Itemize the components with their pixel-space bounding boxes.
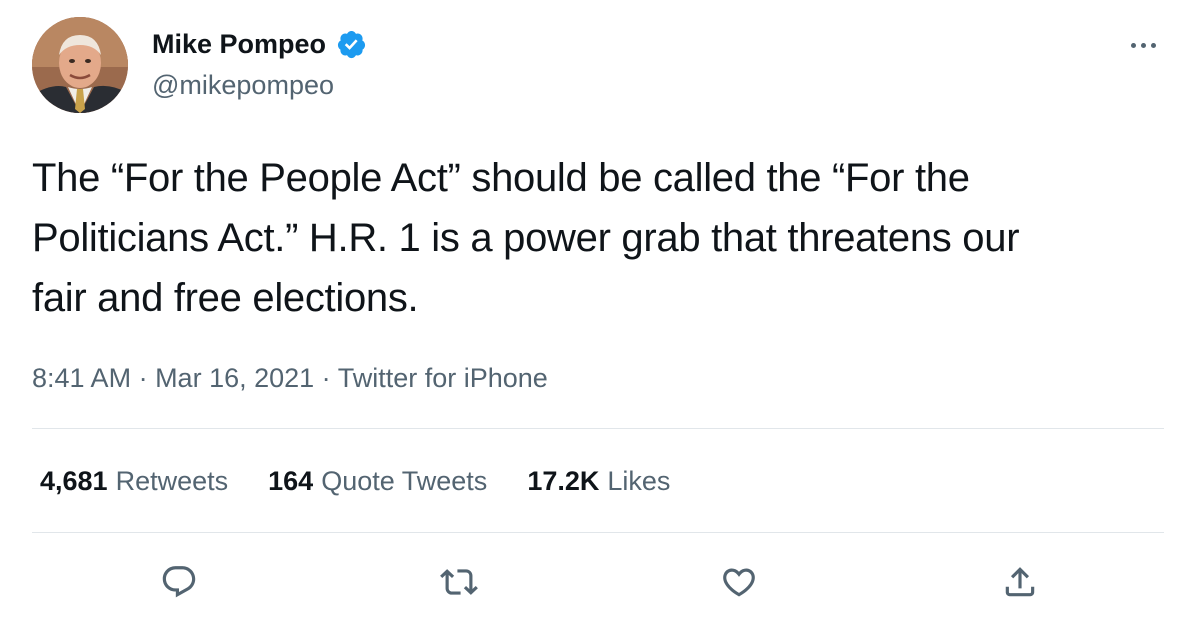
likes-stat[interactable]: 17.2K Likes [527, 463, 670, 499]
retweets-label: Retweets [115, 466, 229, 496]
retweets-count: 4,681 [40, 466, 108, 496]
divider [32, 532, 1164, 533]
tweet-card: Mike Pompeo @mikepompeo The “For the Peo… [0, 0, 1200, 634]
tweet-text-line: Politicians Act.” H.R. 1 is a power grab… [32, 216, 1020, 260]
avatar-image [32, 17, 128, 113]
reply-icon [162, 566, 196, 598]
likes-label: Likes [607, 466, 671, 496]
heart-icon [723, 568, 755, 597]
tweet-source[interactable]: Twitter for iPhone [338, 363, 548, 393]
likes-count: 17.2K [527, 466, 600, 496]
avatar[interactable] [32, 17, 128, 113]
retweet-icon [440, 569, 478, 595]
quote-tweets-stat[interactable]: 164 Quote Tweets [268, 463, 487, 499]
meta-separator: · [131, 363, 156, 393]
verified-badge-icon [337, 30, 366, 58]
author-name-row: Mike Pompeo [152, 26, 367, 62]
more-dot [1140, 42, 1146, 48]
tweet-stats: 4,681 Retweets 164 Quote Tweets 17.2K Likes [40, 463, 670, 499]
tweet-text: The “For the People Act” should be calle… [32, 148, 1172, 328]
divider [32, 428, 1164, 429]
like-button[interactable] [717, 560, 761, 604]
quote-tweets-label: Quote Tweets [321, 466, 488, 496]
meta-separator: · [314, 363, 338, 393]
reply-button[interactable] [157, 560, 201, 604]
tweet-time[interactable]: 8:41 AM [32, 363, 131, 393]
more-dot [1130, 42, 1136, 48]
share-button[interactable] [998, 560, 1042, 604]
share-icon [1005, 567, 1035, 597]
author-handle[interactable]: @mikepompeo [152, 67, 334, 103]
retweet-button[interactable] [437, 560, 481, 604]
quote-tweets-count: 164 [268, 466, 314, 496]
retweets-stat[interactable]: 4,681 Retweets [40, 463, 228, 499]
more-dot [1150, 42, 1156, 48]
tweet-metadata: 8:41 AM · Mar 16, 2021 · Twitter for iPh… [32, 360, 548, 396]
tweet-text-line: The “For the People Act” should be calle… [32, 156, 970, 200]
tweet-date[interactable]: Mar 16, 2021 [155, 363, 314, 393]
more-horizontal-icon[interactable] [1120, 30, 1166, 60]
tweet-text-line: fair and free elections. [32, 276, 419, 320]
author-display-name[interactable]: Mike Pompeo [152, 26, 326, 62]
